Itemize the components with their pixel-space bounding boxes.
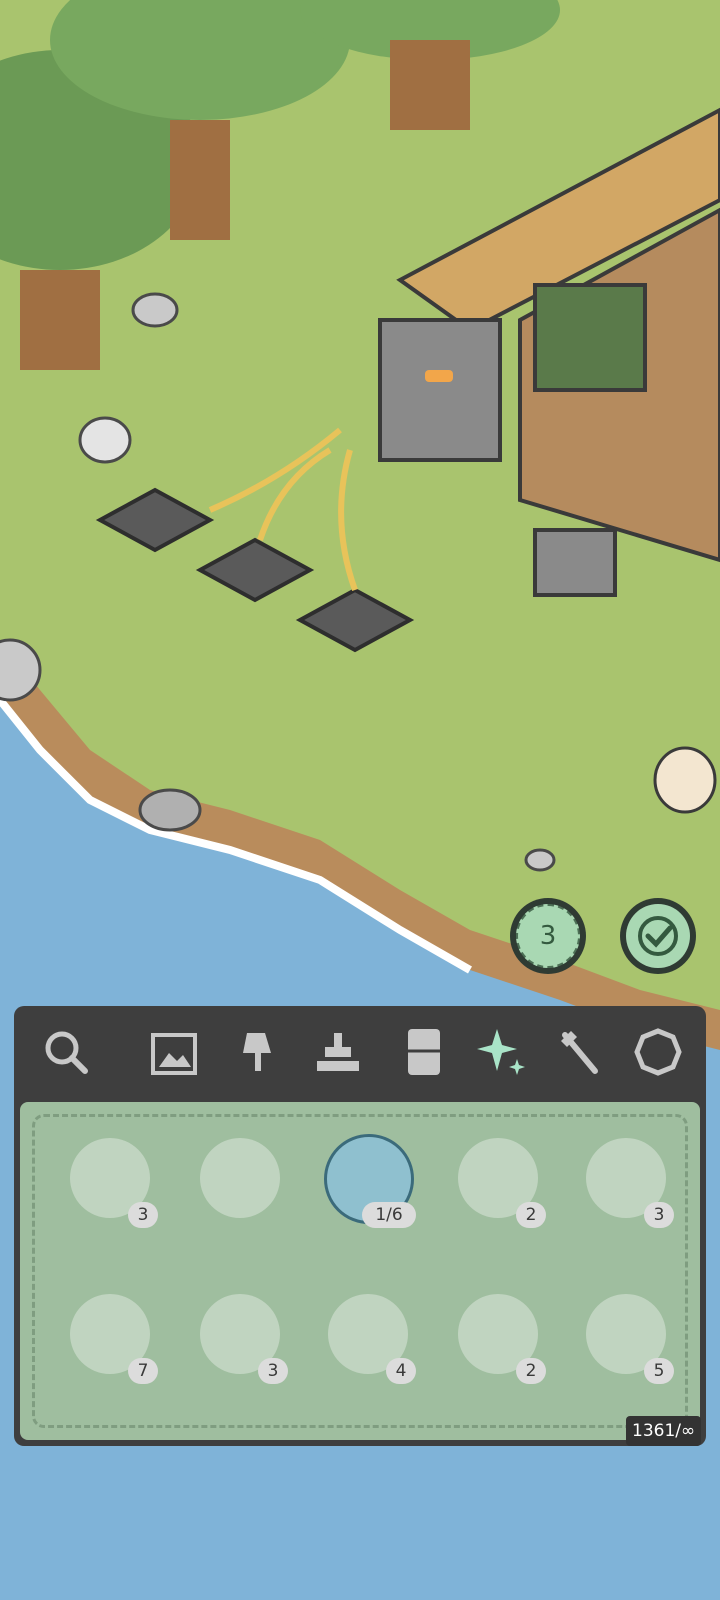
item-count: 1/6 <box>362 1202 416 1228</box>
tool-icon <box>561 1031 598 1074</box>
tree-trunk <box>20 270 100 370</box>
picture-frame-icon <box>151 1033 197 1075</box>
build-panel: 3 1/6 2 3 7 3 4 2 5 <box>14 1006 706 1446</box>
tab-storage[interactable] <box>392 1020 456 1084</box>
machine-light <box>425 370 453 382</box>
rock <box>138 788 202 832</box>
item-glass-panel[interactable]: 5 <box>568 1278 678 1388</box>
workshop-sign <box>533 283 647 392</box>
tab-wall-decor[interactable] <box>142 1020 206 1084</box>
item-count: 3 <box>128 1202 158 1228</box>
bunny-character <box>653 746 717 814</box>
item-printer[interactable] <box>182 1122 292 1232</box>
item-count: 2 <box>516 1202 546 1228</box>
lamp-icon <box>243 1033 271 1071</box>
tab-lighting[interactable] <box>226 1020 290 1084</box>
tab-tools[interactable] <box>548 1020 612 1084</box>
rock <box>78 416 132 464</box>
item-bunny-plush[interactable]: 3 <box>182 1278 292 1388</box>
capacity-counter: 1361/∞ <box>626 1416 702 1446</box>
item-plant-statue[interactable]: 7 <box>52 1278 162 1388</box>
item-count: 3 <box>258 1358 288 1384</box>
item-count: 3 <box>644 1202 674 1228</box>
crafting-machine <box>378 318 502 462</box>
counter-button[interactable]: 3 <box>510 898 586 974</box>
tab-fountain[interactable] <box>306 1020 370 1084</box>
item-count: 5 <box>644 1358 674 1384</box>
tree-trunk <box>390 40 470 130</box>
tab-search[interactable] <box>34 1020 98 1084</box>
check-icon <box>638 916 678 956</box>
gear-shape-icon <box>634 1028 682 1076</box>
item-count: 7 <box>128 1358 158 1384</box>
confirm-button[interactable] <box>620 898 696 974</box>
category-tabs <box>14 1006 706 1102</box>
item-count: 2 <box>516 1358 546 1384</box>
item-crate[interactable]: 1/6 <box>310 1122 420 1232</box>
tree-trunk <box>170 120 230 240</box>
rock <box>131 292 179 328</box>
item-kettle-box[interactable]: 2 <box>440 1278 550 1388</box>
cabinet-icon <box>408 1029 440 1075</box>
tab-special[interactable] <box>470 1020 534 1084</box>
item-globe-ring[interactable]: 3 <box>52 1122 162 1232</box>
item-telescope[interactable]: 2 <box>440 1122 550 1232</box>
item-stone-oven[interactable]: 3 <box>568 1122 678 1232</box>
item-count: 4 <box>386 1358 416 1384</box>
counter-value: 3 <box>539 921 557 951</box>
search-icon <box>45 1031 88 1074</box>
sparkle-icon <box>477 1029 525 1075</box>
tab-misc[interactable] <box>626 1020 690 1084</box>
rock <box>524 848 556 872</box>
item-potted-bush[interactable]: 4 <box>310 1278 420 1388</box>
item-grid: 3 1/6 2 3 7 3 4 2 5 <box>20 1102 700 1440</box>
fountain-icon <box>317 1033 359 1071</box>
battery <box>533 528 617 597</box>
item-thumbnail <box>200 1138 280 1218</box>
